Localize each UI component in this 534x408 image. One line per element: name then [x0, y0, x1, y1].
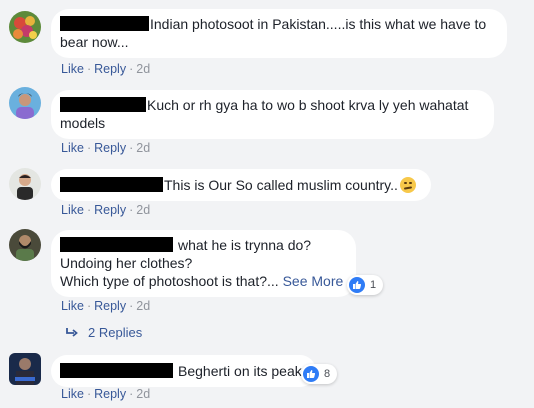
- avatar[interactable]: [9, 11, 41, 43]
- reply-link[interactable]: Reply: [94, 387, 126, 401]
- comment-text: Begherti on its peak: [178, 363, 302, 379]
- avatar[interactable]: [9, 229, 41, 261]
- avatar[interactable]: [9, 168, 41, 200]
- like-reaction-icon: [349, 277, 365, 293]
- avatar[interactable]: [9, 353, 41, 385]
- comment-text: Kuch or rh gya ha to wo b shoot krva ly …: [147, 97, 469, 113]
- timestamp[interactable]: 2d: [136, 387, 150, 401]
- comment-text-line2: models: [60, 115, 106, 131]
- reply-link[interactable]: Reply: [94, 62, 126, 76]
- reaction-count[interactable]: 8: [301, 364, 338, 384]
- like-link[interactable]: Like: [61, 299, 84, 313]
- view-replies-link[interactable]: 2 Replies: [66, 325, 142, 340]
- replies-label: 2 Replies: [88, 325, 143, 340]
- timestamp[interactable]: 2d: [136, 62, 150, 76]
- comment-text-line3: Which type of photoshoot is that?...: [60, 273, 279, 289]
- reaction-count[interactable]: 1: [347, 275, 384, 295]
- comment-text: Indian photosoot in Pakistan.....is this…: [150, 16, 487, 32]
- timestamp[interactable]: 2d: [136, 141, 150, 155]
- reply-link[interactable]: Reply: [94, 141, 126, 155]
- comment-bubble: Kuch or rh gya ha to wo b shoot krva ly …: [51, 90, 494, 139]
- reply-link[interactable]: Reply: [94, 299, 126, 313]
- comment-bubble: Begherti on its peak: [51, 355, 316, 387]
- redacted-name[interactable]: [60, 177, 163, 192]
- avatar[interactable]: [9, 87, 41, 119]
- like-link[interactable]: Like: [61, 387, 84, 401]
- like-link[interactable]: Like: [61, 203, 84, 217]
- redacted-name[interactable]: [60, 237, 173, 252]
- reply-arrow-icon: [66, 325, 78, 340]
- comment-bubble: Indian photosoot in Pakistan.....is this…: [51, 9, 507, 58]
- redacted-name[interactable]: [60, 16, 149, 31]
- see-more-link[interactable]: See More: [283, 273, 344, 289]
- comment-text-line2: Undoing her clothes?: [60, 255, 193, 271]
- timestamp[interactable]: 2d: [136, 203, 150, 217]
- smirk-emoji-icon: [399, 177, 416, 193]
- comment-text: This is Our So called muslim country..: [164, 177, 398, 193]
- like-reaction-icon: [303, 366, 319, 382]
- reply-link[interactable]: Reply: [94, 203, 126, 217]
- comment-text-line2: bear now...: [60, 34, 129, 50]
- redacted-name[interactable]: [60, 363, 173, 378]
- timestamp[interactable]: 2d: [136, 299, 150, 313]
- comment-text: what he is trynna do?: [178, 237, 312, 253]
- like-link[interactable]: Like: [61, 141, 84, 155]
- comment-bubble: This is Our So called muslim country..: [51, 169, 431, 201]
- like-link[interactable]: Like: [61, 62, 84, 76]
- redacted-name[interactable]: [60, 97, 146, 112]
- comment-bubble: what he is trynna do? Undoing her clothe…: [51, 230, 356, 297]
